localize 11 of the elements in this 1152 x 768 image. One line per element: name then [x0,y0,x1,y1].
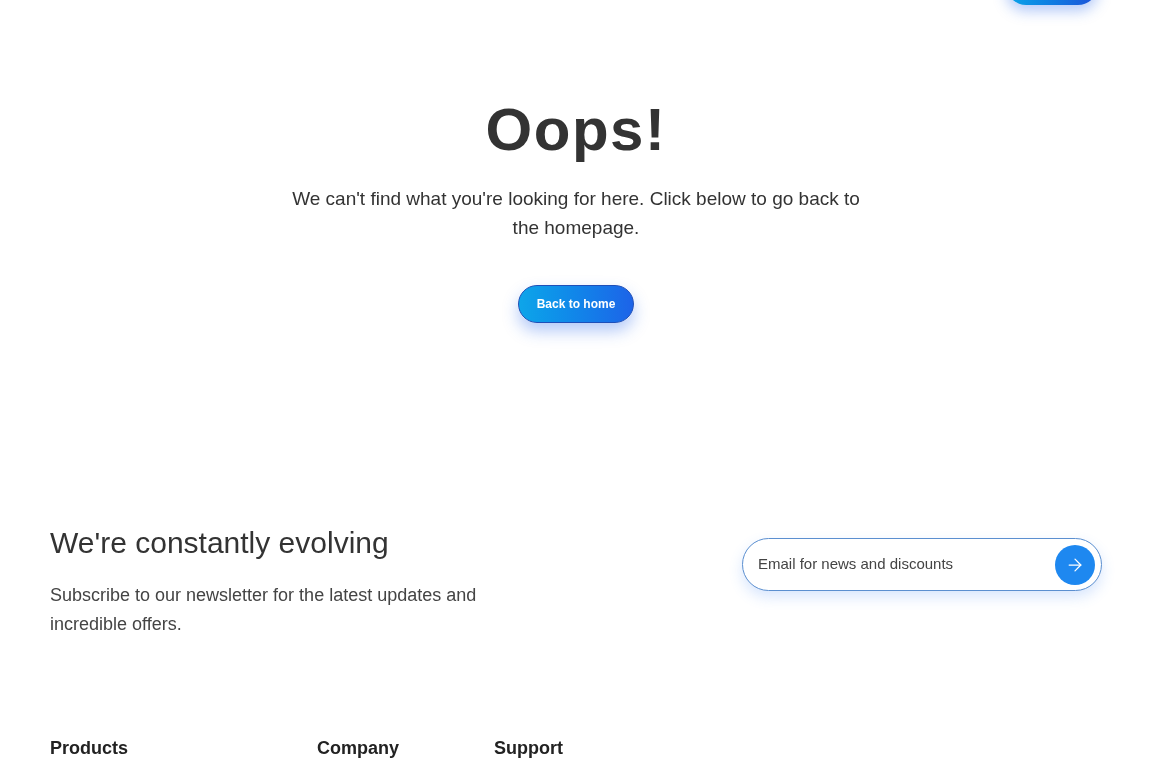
error-message: We can't find what you're looking for here. Click below to go back to the homepage. [291,187,861,240]
error-title: Oops! [485,96,667,164]
footer-heading: Support [494,737,564,759]
email-form[interactable]: Email for news and discounts [742,538,1102,591]
footer-heading: Company [317,737,400,759]
email-field[interactable]: Email for news and discounts [758,553,1055,576]
back-home-button[interactable]: Back to home [517,285,635,323]
submit-button[interactable] [1055,544,1095,585]
newsletter-text: Subscribe to our newsletter for the latest updates and incredible offers. [50,584,478,636]
newsletter-title: We're constantly evolving [50,525,390,561]
footer-heading: Products [50,737,129,759]
